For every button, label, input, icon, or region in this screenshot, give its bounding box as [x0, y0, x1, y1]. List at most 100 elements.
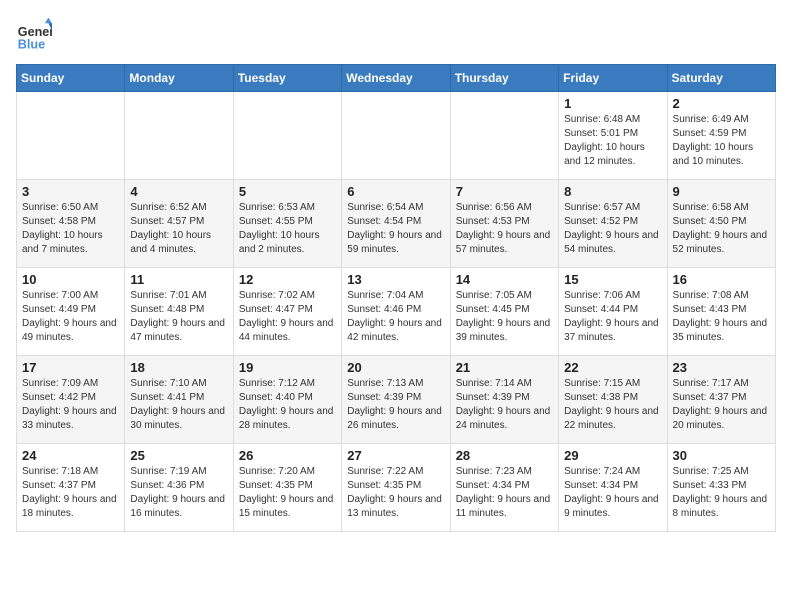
day-info: Sunrise: 7:01 AM Sunset: 4:48 PM Dayligh… [130, 289, 227, 345]
day-number: 29 [564, 448, 661, 463]
day-number: 22 [564, 360, 661, 375]
day-info: Sunrise: 7:15 AM Sunset: 4:38 PM Dayligh… [564, 377, 661, 433]
day-info: Sunrise: 7:20 AM Sunset: 4:35 PM Dayligh… [239, 465, 336, 521]
day-number: 7 [456, 184, 553, 199]
day-number: 1 [564, 96, 661, 111]
calendar-cell [17, 92, 125, 180]
day-number: 18 [130, 360, 227, 375]
day-info: Sunrise: 6:58 AM Sunset: 4:50 PM Dayligh… [673, 201, 770, 257]
day-info: Sunrise: 7:13 AM Sunset: 4:39 PM Dayligh… [347, 377, 444, 433]
calendar-cell: 1 Sunrise: 6:48 AM Sunset: 5:01 PM Daylig… [559, 92, 667, 180]
day-number: 6 [347, 184, 444, 199]
calendar-row-4: 24 Sunrise: 7:18 AM Sunset: 4:37 PM Dayli… [17, 444, 776, 532]
day-info: Sunrise: 6:54 AM Sunset: 4:54 PM Dayligh… [347, 201, 444, 257]
calendar-cell: 4Sunrise: 6:52 AM Sunset: 4:57 PM Daylig… [125, 180, 233, 268]
day-info: Sunrise: 7:05 AM Sunset: 4:45 PM Dayligh… [456, 289, 553, 345]
day-info: Sunrise: 7:06 AM Sunset: 4:44 PM Dayligh… [564, 289, 661, 345]
calendar-cell: 24 Sunrise: 7:18 AM Sunset: 4:37 PM Dayli… [17, 444, 125, 532]
day-number: 24 [22, 448, 119, 463]
col-header-tuesday: Tuesday [233, 65, 341, 92]
col-header-friday: Friday [559, 65, 667, 92]
calendar-cell: 20 Sunrise: 7:13 AM Sunset: 4:39 PM Dayli… [342, 356, 450, 444]
calendar-cell: 30 Sunrise: 7:25 AM Sunset: 4:33 PM Dayli… [667, 444, 775, 532]
day-number: 25 [130, 448, 227, 463]
day-info: Sunrise: 6:57 AM Sunset: 4:52 PM Dayligh… [564, 201, 661, 257]
calendar-header-row: SundayMondayTuesdayWednesdayThursdayFrid… [17, 65, 776, 92]
day-number: 13 [347, 272, 444, 287]
calendar-cell: 19Sunrise: 7:12 AM Sunset: 4:40 PM Dayli… [233, 356, 341, 444]
calendar-cell: 17Sunrise: 7:09 AM Sunset: 4:42 PM Dayli… [17, 356, 125, 444]
svg-text:Blue: Blue [18, 37, 45, 51]
logo: General Blue [16, 16, 56, 52]
day-info: Sunrise: 7:24 AM Sunset: 4:34 PM Dayligh… [564, 465, 661, 521]
day-number: 11 [130, 272, 227, 287]
day-info: Sunrise: 7:08 AM Sunset: 4:43 PM Dayligh… [673, 289, 770, 345]
day-number: 26 [239, 448, 336, 463]
day-info: Sunrise: 6:50 AM Sunset: 4:58 PM Dayligh… [22, 201, 119, 257]
day-info: Sunrise: 7:22 AM Sunset: 4:35 PM Dayligh… [347, 465, 444, 521]
day-number: 16 [673, 272, 770, 287]
day-info: Sunrise: 6:56 AM Sunset: 4:53 PM Dayligh… [456, 201, 553, 257]
day-info: Sunrise: 7:18 AM Sunset: 4:37 PM Dayligh… [22, 465, 119, 521]
day-number: 3 [22, 184, 119, 199]
day-number: 15 [564, 272, 661, 287]
day-number: 14 [456, 272, 553, 287]
col-header-saturday: Saturday [667, 65, 775, 92]
calendar-cell [233, 92, 341, 180]
day-info: Sunrise: 7:17 AM Sunset: 4:37 PM Dayligh… [673, 377, 770, 433]
calendar-cell: 5 Sunrise: 6:53 AM Sunset: 4:55 PM Daylig… [233, 180, 341, 268]
day-number: 19 [239, 360, 336, 375]
day-number: 2 [673, 96, 770, 111]
day-number: 17 [22, 360, 119, 375]
calendar-cell [342, 92, 450, 180]
calendar-cell: 21 Sunrise: 7:14 AM Sunset: 4:39 PM Dayli… [450, 356, 558, 444]
col-header-monday: Monday [125, 65, 233, 92]
day-info: Sunrise: 7:00 AM Sunset: 4:49 PM Dayligh… [22, 289, 119, 345]
calendar-row-1: 3 Sunrise: 6:50 AM Sunset: 4:58 PM Daylig… [17, 180, 776, 268]
calendar-cell: 10 Sunrise: 7:00 AM Sunset: 4:49 PM Dayli… [17, 268, 125, 356]
calendar-cell: 9 Sunrise: 6:58 AM Sunset: 4:50 PM Daylig… [667, 180, 775, 268]
day-info: Sunrise: 7:25 AM Sunset: 4:33 PM Dayligh… [673, 465, 770, 521]
header: General Blue [16, 16, 776, 52]
day-number: 21 [456, 360, 553, 375]
day-info: Sunrise: 7:14 AM Sunset: 4:39 PM Dayligh… [456, 377, 553, 433]
calendar-table: SundayMondayTuesdayWednesdayThursdayFrid… [16, 64, 776, 532]
calendar-cell: 16 Sunrise: 7:08 AM Sunset: 4:43 PM Dayli… [667, 268, 775, 356]
calendar-cell: 15 Sunrise: 7:06 AM Sunset: 4:44 PM Dayli… [559, 268, 667, 356]
day-number: 27 [347, 448, 444, 463]
calendar-cell: 13Sunrise: 7:04 AM Sunset: 4:46 PM Dayli… [342, 268, 450, 356]
col-header-sunday: Sunday [17, 65, 125, 92]
calendar-row-3: 17Sunrise: 7:09 AM Sunset: 4:42 PM Dayli… [17, 356, 776, 444]
logo-icon: General Blue [16, 16, 52, 52]
day-number: 10 [22, 272, 119, 287]
calendar-cell: 11 Sunrise: 7:01 AM Sunset: 4:48 PM Dayli… [125, 268, 233, 356]
calendar-cell: 7 Sunrise: 6:56 AM Sunset: 4:53 PM Daylig… [450, 180, 558, 268]
day-number: 9 [673, 184, 770, 199]
calendar-cell: 26 Sunrise: 7:20 AM Sunset: 4:35 PM Dayli… [233, 444, 341, 532]
day-info: Sunrise: 7:10 AM Sunset: 4:41 PM Dayligh… [130, 377, 227, 433]
day-info: Sunrise: 6:53 AM Sunset: 4:55 PM Dayligh… [239, 201, 336, 257]
day-info: Sunrise: 7:02 AM Sunset: 4:47 PM Dayligh… [239, 289, 336, 345]
calendar-cell: 29 Sunrise: 7:24 AM Sunset: 4:34 PM Dayli… [559, 444, 667, 532]
calendar-cell [125, 92, 233, 180]
calendar-cell: 23 Sunrise: 7:17 AM Sunset: 4:37 PM Dayli… [667, 356, 775, 444]
col-header-wednesday: Wednesday [342, 65, 450, 92]
calendar-cell: 27 Sunrise: 7:22 AM Sunset: 4:35 PM Dayli… [342, 444, 450, 532]
calendar-cell: 6 Sunrise: 6:54 AM Sunset: 4:54 PM Daylig… [342, 180, 450, 268]
col-header-thursday: Thursday [450, 65, 558, 92]
day-number: 30 [673, 448, 770, 463]
calendar-cell: 12Sunrise: 7:02 AM Sunset: 4:47 PM Dayli… [233, 268, 341, 356]
day-number: 20 [347, 360, 444, 375]
calendar-cell: 14 Sunrise: 7:05 AM Sunset: 4:45 PM Dayli… [450, 268, 558, 356]
day-number: 8 [564, 184, 661, 199]
calendar-cell: 25Sunrise: 7:19 AM Sunset: 4:36 PM Dayli… [125, 444, 233, 532]
calendar-row-2: 10 Sunrise: 7:00 AM Sunset: 4:49 PM Dayli… [17, 268, 776, 356]
day-info: Sunrise: 6:48 AM Sunset: 5:01 PM Dayligh… [564, 113, 661, 169]
day-number: 23 [673, 360, 770, 375]
calendar-cell: 3 Sunrise: 6:50 AM Sunset: 4:58 PM Daylig… [17, 180, 125, 268]
day-number: 5 [239, 184, 336, 199]
day-number: 4 [130, 184, 227, 199]
calendar-cell: 28Sunrise: 7:23 AM Sunset: 4:34 PM Dayli… [450, 444, 558, 532]
day-info: Sunrise: 6:49 AM Sunset: 4:59 PM Dayligh… [673, 113, 770, 169]
calendar-cell: 22 Sunrise: 7:15 AM Sunset: 4:38 PM Dayli… [559, 356, 667, 444]
